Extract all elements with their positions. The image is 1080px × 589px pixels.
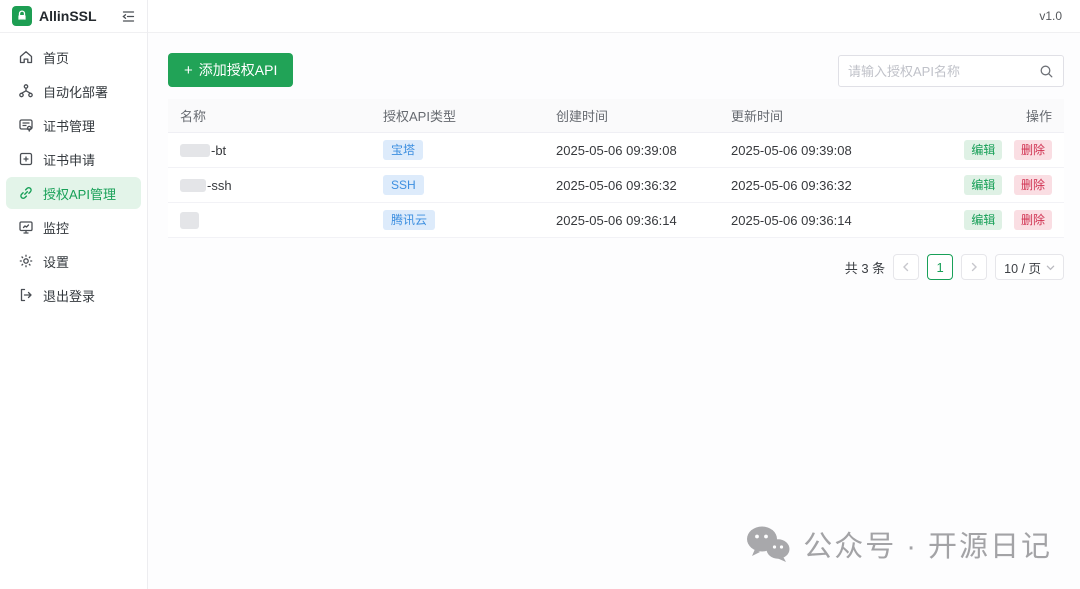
cell-type: 腾讯云	[383, 210, 556, 230]
chevron-left-icon	[901, 262, 911, 272]
redacted-text	[180, 179, 206, 192]
cell-name	[180, 212, 383, 229]
delete-button[interactable]: 删除	[1014, 210, 1052, 230]
search-box	[838, 55, 1064, 87]
cell-name: -bt	[180, 143, 383, 158]
delete-button[interactable]: 删除	[1014, 175, 1052, 195]
cell-actions: 编辑 删除	[898, 210, 1052, 230]
edit-button[interactable]: 编辑	[964, 140, 1002, 160]
col-header-type: 授权API类型	[383, 106, 556, 125]
add-api-button[interactable]: + 添加授权API	[168, 53, 293, 87]
name-suffix: -bt	[211, 143, 226, 158]
sidebar-nav: 首页 自动化部署 证书管理 证书申请 授权API管理 监控 设置 退出登录	[0, 33, 147, 313]
sidebar-item-label: 退出登录	[43, 286, 95, 305]
home-icon	[18, 49, 34, 65]
sidebar-collapse-icon[interactable]	[119, 7, 137, 25]
content: + 添加授权API 名称 授权API类型 创建时间 更新时间 操作 -	[148, 33, 1080, 280]
watermark: 公众号 · 开源日记	[745, 523, 1052, 565]
wechat-icon	[745, 525, 791, 563]
sidebar-item-logout[interactable]: 退出登录	[6, 279, 141, 311]
logo-row: AllinSSL	[0, 0, 147, 33]
version-label: v1.0	[1039, 9, 1062, 23]
edit-button[interactable]: 编辑	[964, 175, 1002, 195]
col-header-actions: 操作	[898, 106, 1052, 125]
cell-updated: 2025-05-06 09:39:08	[731, 143, 898, 158]
page-size-select[interactable]: 10 / 页	[995, 254, 1064, 280]
monitor-icon	[18, 219, 34, 235]
sidebar-item-monitor[interactable]: 监控	[6, 211, 141, 243]
gear-icon	[18, 253, 34, 269]
page-1-button[interactable]: 1	[927, 254, 953, 280]
sidebar-item-label: 监控	[43, 218, 69, 237]
table-row: -bt 宝塔 2025-05-06 09:39:08 2025-05-06 09…	[168, 133, 1064, 168]
deploy-icon	[18, 83, 34, 99]
next-page-button[interactable]	[961, 254, 987, 280]
sidebar-item-label: 证书申请	[43, 150, 95, 169]
main-area: v1.0 + 添加授权API 名称 授权API类型 创建时间 更新时间 操作	[148, 0, 1080, 589]
api-table: 名称 授权API类型 创建时间 更新时间 操作 -bt 宝塔 2025-05-0…	[168, 99, 1064, 238]
search-icon[interactable]	[1039, 64, 1054, 79]
delete-button[interactable]: 删除	[1014, 140, 1052, 160]
cell-updated: 2025-05-06 09:36:14	[731, 213, 898, 228]
sidebar-item-label: 设置	[43, 252, 69, 271]
certificate-manage-icon	[18, 117, 34, 133]
cell-actions: 编辑 删除	[898, 175, 1052, 195]
col-header-name: 名称	[180, 106, 383, 125]
plus-icon: +	[184, 63, 193, 78]
sidebar-item-auto-deploy[interactable]: 自动化部署	[6, 75, 141, 107]
cell-type: SSH	[383, 175, 556, 195]
col-header-updated: 更新时间	[731, 106, 898, 125]
top-header: v1.0	[148, 0, 1080, 33]
cell-name: -ssh	[180, 178, 383, 193]
table-header-row: 名称 授权API类型 创建时间 更新时间 操作	[168, 99, 1064, 133]
type-tag: 腾讯云	[383, 210, 435, 230]
chevron-right-icon	[969, 262, 979, 272]
add-api-button-label: 添加授权API	[199, 60, 278, 80]
app-title: AllinSSL	[39, 8, 119, 24]
sidebar-item-api-manage[interactable]: 授权API管理	[6, 177, 141, 209]
pagination: 共 3 条 1 10 / 页	[168, 254, 1064, 280]
type-tag: SSH	[383, 175, 424, 195]
search-input[interactable]	[848, 64, 1039, 79]
sidebar-item-home[interactable]: 首页	[6, 41, 141, 73]
sidebar-item-label: 首页	[43, 48, 69, 67]
redacted-text	[180, 144, 210, 157]
certificate-apply-icon	[18, 151, 34, 167]
app-logo-lock-icon	[12, 6, 32, 26]
cell-type: 宝塔	[383, 140, 556, 160]
sidebar-item-cert-manage[interactable]: 证书管理	[6, 109, 141, 141]
cell-created: 2025-05-06 09:36:32	[556, 178, 731, 193]
edit-button[interactable]: 编辑	[964, 210, 1002, 230]
page-size-value: 10 / 页	[1004, 258, 1041, 277]
table-row: -ssh SSH 2025-05-06 09:36:32 2025-05-06 …	[168, 168, 1064, 203]
cell-updated: 2025-05-06 09:36:32	[731, 178, 898, 193]
watermark-text: 公众号 · 开源日记	[803, 523, 1052, 565]
logout-icon	[18, 287, 34, 303]
chevron-down-icon	[1046, 263, 1055, 272]
redacted-text	[180, 212, 199, 229]
link-icon	[18, 185, 34, 201]
sidebar-item-label: 授权API管理	[43, 184, 116, 203]
cell-created: 2025-05-06 09:36:14	[556, 213, 731, 228]
cell-created: 2025-05-06 09:39:08	[556, 143, 731, 158]
sidebar-item-label: 自动化部署	[43, 82, 108, 101]
sidebar-item-label: 证书管理	[43, 116, 95, 135]
table-row: 腾讯云 2025-05-06 09:36:14 2025-05-06 09:36…	[168, 203, 1064, 238]
prev-page-button[interactable]	[893, 254, 919, 280]
toolbar: + 添加授权API	[168, 53, 1064, 87]
type-tag: 宝塔	[383, 140, 423, 160]
cell-actions: 编辑 删除	[898, 140, 1052, 160]
name-suffix: -ssh	[207, 178, 232, 193]
table-body: -bt 宝塔 2025-05-06 09:39:08 2025-05-06 09…	[168, 133, 1064, 238]
sidebar-item-settings[interactable]: 设置	[6, 245, 141, 277]
sidebar: AllinSSL 首页 自动化部署 证书管理 证书申请 授权API管理 监控	[0, 0, 148, 589]
sidebar-item-cert-apply[interactable]: 证书申请	[6, 143, 141, 175]
pagination-total: 共 3 条	[845, 258, 885, 277]
col-header-created: 创建时间	[556, 106, 731, 125]
